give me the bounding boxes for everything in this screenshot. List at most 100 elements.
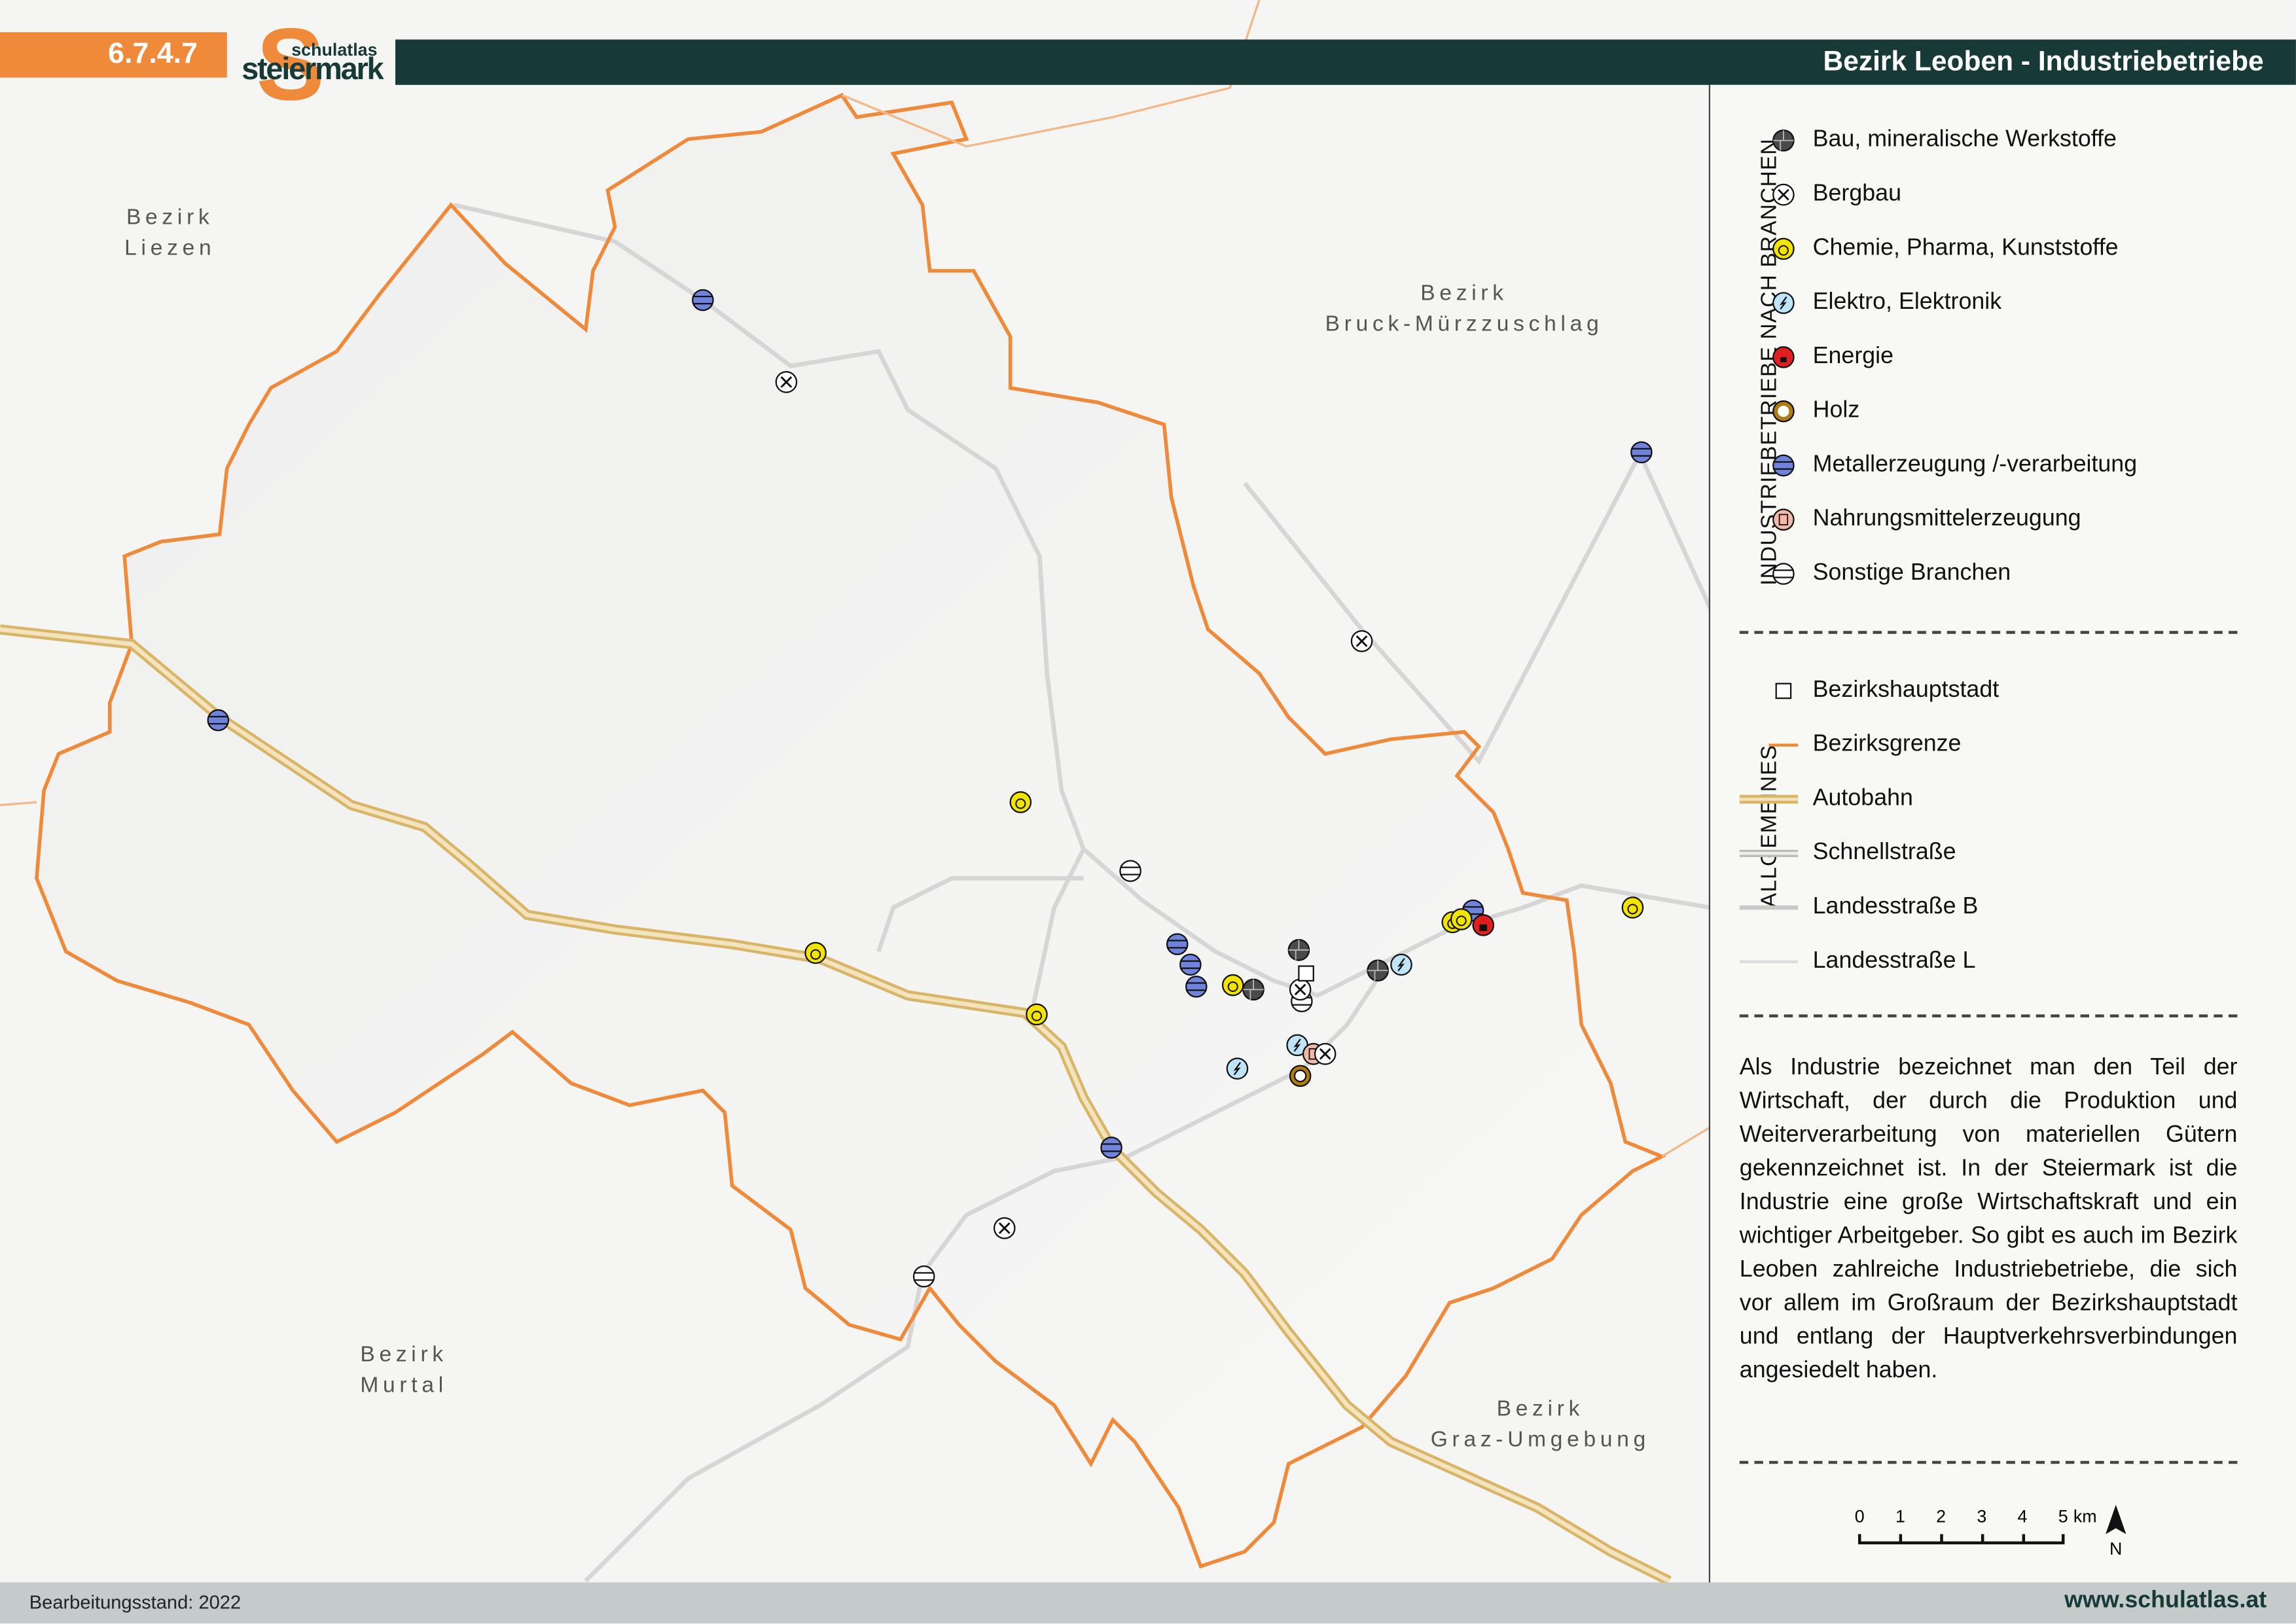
- description-text: Als Industrie bezeichnet man den Teil de…: [1740, 1051, 2238, 1388]
- bau-industry-marker[interactable]: [1289, 940, 1309, 960]
- legend-item-holz: Holz: [1813, 395, 1860, 427]
- label-liezen: BezirkLiezen: [124, 202, 215, 264]
- north-label: N: [2109, 1539, 2122, 1559]
- divider: [1740, 1014, 2238, 1017]
- elektro-industry-marker[interactable]: [1391, 955, 1411, 975]
- label-murtal: BezirkMurtal: [360, 1339, 448, 1401]
- scale-bar-graphic: 012345km N: [1851, 1502, 2144, 1575]
- legend-label: Holz: [1813, 398, 1860, 425]
- metall-industry-marker[interactable]: [1101, 1137, 1121, 1157]
- chemie-industry-marker[interactable]: [1011, 792, 1031, 812]
- label-line: Bezirk: [1325, 278, 1604, 309]
- schnell-icon: [1769, 839, 1799, 868]
- map-number: 6.7.4.7: [0, 32, 227, 77]
- metall-industry-marker[interactable]: [1186, 976, 1206, 997]
- bau-industry-marker[interactable]: [1243, 980, 1263, 1000]
- legend-label: Schnellstraße: [1813, 840, 1956, 866]
- nahrung-icon: [1769, 505, 1799, 535]
- label-line: Graz-Umgebung: [1431, 1424, 1650, 1455]
- map-sheet: BezirkLiezen BezirkBruck-Mürzzuschlag Be…: [0, 0, 2296, 1623]
- legend-item-chemie: Chemie, Pharma, Kunststoffe: [1813, 233, 2119, 265]
- energie-industry-marker[interactable]: [1473, 915, 1494, 935]
- landl-icon: [1769, 947, 1799, 976]
- metall-industry-marker[interactable]: [1167, 934, 1187, 954]
- energie-icon: [1769, 343, 1799, 372]
- chemie-icon: [1769, 234, 1799, 264]
- chemie-industry-marker[interactable]: [1451, 909, 1471, 929]
- holz-icon: [1769, 397, 1799, 426]
- district-capital-marker[interactable]: [1299, 966, 1313, 981]
- bergbau-industry-marker[interactable]: [1290, 980, 1310, 1000]
- legend-item-bau: Bau, mineralische Werkstoffe: [1813, 124, 2117, 156]
- chemie-industry-marker[interactable]: [1026, 1004, 1047, 1025]
- scale-tick-label: 5: [2058, 1507, 2068, 1527]
- bergbau-industry-marker[interactable]: [994, 1218, 1014, 1238]
- bergbau-industry-marker[interactable]: [776, 372, 797, 392]
- legend-item-schnell: Schnellstraße: [1813, 838, 1956, 870]
- legend-item-energie: Energie: [1813, 341, 1893, 373]
- metall-industry-marker[interactable]: [208, 710, 228, 730]
- legend-item-hauptstadt: Bezirkshauptstadt: [1813, 675, 2000, 707]
- scale-tick-label: 1: [1895, 1507, 1905, 1527]
- legend-item-nahrung: Nahrungsmittelerzeugung: [1813, 504, 2081, 536]
- legend-item-landl: Landesstraße L: [1813, 945, 1976, 978]
- scale-bar: 012345km N: [1851, 1502, 2144, 1582]
- edit-status: Bearbeitungsstand: 2022: [29, 1591, 241, 1614]
- sonstige-industry-marker[interactable]: [914, 1266, 934, 1286]
- legend-item-metall: Metallerzeugung /-verarbeitung: [1813, 450, 2137, 482]
- legend-label: Energie: [1813, 344, 1893, 370]
- holz-industry-marker[interactable]: [1290, 1066, 1310, 1086]
- scale-unit: km: [2073, 1507, 2097, 1527]
- metall-industry-marker[interactable]: [1631, 442, 1651, 463]
- legend-label: Bezirksgrenze: [1813, 732, 1962, 758]
- label-line: Bezirk: [124, 202, 215, 233]
- label-line: Bruck-Mürzzuschlag: [1325, 309, 1604, 340]
- divider: [1740, 1461, 2238, 1464]
- page-title: Bezirk Leoben - Industriebetriebe: [395, 39, 2296, 84]
- elektro-industry-marker[interactable]: [1227, 1058, 1247, 1078]
- divider: [1740, 631, 2238, 633]
- legend-label: Bergbau: [1813, 181, 1901, 207]
- landb-icon: [1769, 893, 1799, 923]
- legend-label: Sonstige Branchen: [1813, 561, 2011, 587]
- elektro-icon: [1769, 289, 1799, 318]
- label-line: Bezirk: [1431, 1394, 1650, 1424]
- label-line: Bezirk: [360, 1339, 448, 1370]
- legend-item-elektro: Elektro, Elektronik: [1813, 287, 2001, 319]
- legend-label: Nahrungsmittelerzeugung: [1813, 506, 2081, 533]
- scale-tick-label: 4: [2018, 1507, 2028, 1527]
- legend-item-autobahn: Autobahn: [1813, 783, 1913, 815]
- legend-label: Bau, mineralische Werkstoffe: [1813, 128, 2117, 154]
- bergbau-industry-marker[interactable]: [1315, 1044, 1335, 1064]
- legend-label: Chemie, Pharma, Kunststoffe: [1813, 236, 2119, 262]
- legend-item-grenze: Bezirksgrenze: [1813, 729, 1962, 761]
- sonstige-industry-marker[interactable]: [1120, 860, 1140, 881]
- label-graz: BezirkGraz-Umgebung: [1431, 1394, 1650, 1455]
- bergbau-industry-marker[interactable]: [1352, 631, 1372, 651]
- scale-line: [1859, 1534, 2063, 1543]
- footer: Bearbeitungsstand: 2022 www.schulatlas.a…: [0, 1582, 2296, 1623]
- metall-industry-marker[interactable]: [692, 290, 713, 310]
- grenze-icon: [1769, 730, 1799, 760]
- legend-item-landb: Landesstraße B: [1813, 891, 1979, 923]
- legend-label: Landesstraße L: [1813, 949, 1976, 975]
- scale-tick-label: 3: [1977, 1507, 1986, 1527]
- chemie-industry-marker[interactable]: [1623, 897, 1643, 917]
- logo-line2: steiermark: [242, 53, 382, 88]
- legend-label: Metallerzeugung /-verarbeitung: [1813, 452, 2137, 478]
- label-line: Murtal: [360, 1370, 448, 1401]
- schulatlas-logo[interactable]: S schulatlas steiermark: [242, 18, 388, 111]
- chemie-industry-marker[interactable]: [1223, 975, 1243, 995]
- bau-industry-marker[interactable]: [1368, 961, 1388, 981]
- legend-section-general-title: ALLGEMEINES: [1757, 745, 1782, 908]
- label-line: Liezen: [124, 233, 215, 264]
- bergbau-icon: [1769, 180, 1799, 209]
- legend-item-bergbau: Bergbau: [1813, 179, 1901, 211]
- website-link[interactable]: www.schulatlas.at: [2064, 1588, 2267, 1614]
- chemie-industry-marker[interactable]: [805, 943, 825, 963]
- bau-icon: [1769, 126, 1799, 155]
- legend-panel: INDUSTRIEBETRIEBE NACH BRANCHEN Bau, min…: [1709, 85, 2296, 1583]
- hauptstadt-icon: [1769, 677, 1799, 706]
- metall-industry-marker[interactable]: [1180, 955, 1200, 975]
- metall-icon: [1769, 451, 1799, 480]
